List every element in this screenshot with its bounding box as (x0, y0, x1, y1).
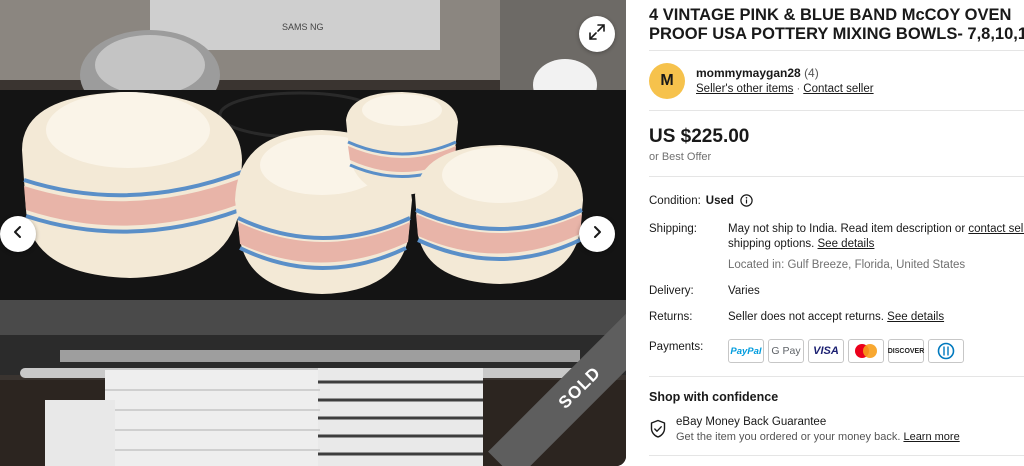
shipping-line-2: shipping options. See details (728, 238, 874, 250)
gpay-text: G Pay (771, 345, 801, 357)
returns-value: Seller does not accept returns. See deta… (728, 311, 944, 323)
stove-brand-text: SAMS NG (282, 22, 324, 32)
expand-image-button[interactable] (579, 16, 615, 52)
discover-logo: DISCOVER (888, 339, 924, 363)
item-price: US $225.00 (649, 126, 750, 147)
divider (649, 455, 1024, 456)
seller-other-items-link[interactable]: Seller's other items (696, 83, 793, 95)
paypal-logo: PayPal (728, 339, 764, 363)
expand-icon (588, 23, 606, 46)
shipping-line-1: May not ship to India. Read item descrip… (728, 223, 1024, 235)
learn-more-link[interactable]: Learn more (903, 431, 959, 443)
discover-text: DISCOVER (887, 347, 925, 355)
seller-links: Seller's other items · Contact seller (696, 83, 874, 95)
condition-label: Condition: (649, 194, 701, 207)
divider (649, 376, 1024, 377)
money-back-guarantee-title: eBay Money Back Guarantee (676, 416, 827, 428)
contact-seller-link[interactable]: Contact seller (803, 83, 873, 95)
returns-text: Seller does not accept returns. (728, 311, 888, 323)
condition-value: Used (705, 194, 734, 207)
paypal-text: PayPal (730, 345, 762, 357)
returns-label: Returns: (649, 311, 693, 323)
best-offer-text: or Best Offer (649, 151, 712, 163)
returns-see-details-link[interactable]: See details (887, 311, 944, 323)
link-separator: · (796, 83, 801, 95)
shipping-contact-seller-link[interactable]: contact seller (968, 223, 1024, 235)
listing-title: 4 VINTAGE PINK & BLUE BAND McCOY OVEN PR… (649, 6, 1024, 44)
guarantee-description: Get the item you ordered or your money b… (676, 431, 904, 443)
shipping-text-2: shipping options. (728, 238, 818, 250)
shop-with-confidence-title: Shop with confidence (649, 390, 779, 404)
seller-avatar[interactable]: M (649, 63, 685, 99)
money-back-guarantee-text: Get the item you ordered or your money b… (676, 431, 960, 443)
previous-image-button[interactable] (0, 216, 36, 252)
seller-name-line: mommymaygan28 (4) (696, 66, 819, 80)
visa-text: VISA (813, 345, 839, 357)
delivery-label: Delivery: (649, 285, 694, 297)
payments-label: Payments: (649, 341, 704, 353)
product-photo[interactable]: SAMS NG (0, 0, 626, 466)
divider (649, 176, 1024, 177)
shipping-label: Shipping: (649, 223, 697, 235)
image-gallery[interactable]: SAMS NG SOLD (0, 0, 626, 466)
seller-username[interactable]: mommymaygan28 (696, 66, 801, 80)
google-pay-logo: G Pay (768, 339, 804, 363)
chevron-left-icon (11, 225, 25, 244)
shipping-see-details-link[interactable]: See details (818, 238, 875, 250)
divider (649, 110, 1024, 111)
title-line-1: 4 VINTAGE PINK & BLUE BAND McCOY OVEN (649, 6, 1012, 24)
shipping-text-1: May not ship to India. Read item descrip… (728, 223, 969, 235)
next-image-button[interactable] (579, 216, 615, 252)
listing-panel: 4 VINTAGE PINK & BLUE BAND McCOY OVEN PR… (649, 0, 1024, 466)
item-location: Located in: Gulf Breeze, Florida, United… (728, 259, 966, 271)
visa-logo: VISA (808, 339, 844, 363)
info-icon[interactable] (740, 194, 753, 207)
divider (649, 50, 1024, 51)
diners-club-logo (928, 339, 964, 363)
condition-row: Condition: Used (649, 194, 753, 207)
mastercard-logo (848, 339, 884, 363)
title-line-2: PROOF USA POTTERY MIXING BOWLS- 7,8,10,1… (649, 25, 1024, 43)
chevron-right-icon (590, 225, 604, 244)
shield-check-icon (649, 419, 667, 444)
payment-methods: PayPal G Pay VISA DISCOVER (728, 339, 964, 363)
delivery-value: Varies (728, 285, 760, 297)
seller-feedback-count[interactable]: (4) (804, 66, 819, 80)
